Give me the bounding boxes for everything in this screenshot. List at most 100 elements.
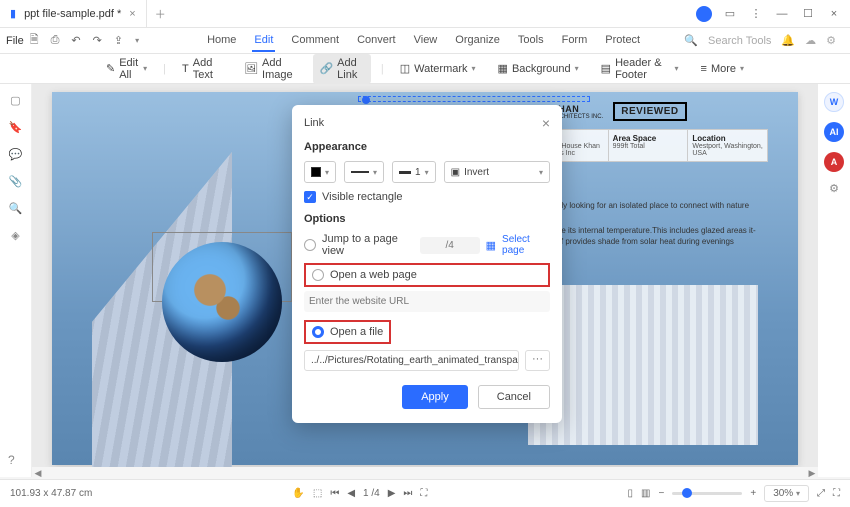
option-open-file[interactable]: Open a file <box>312 326 383 338</box>
more-tool[interactable]: ≡More▾ <box>695 60 751 78</box>
kebab-icon[interactable]: ⋮ <box>748 7 764 20</box>
radio-checked-icon <box>312 326 324 338</box>
text-icon: T <box>182 63 189 75</box>
link-color-picker[interactable]: ▾ <box>304 161 336 183</box>
single-page-icon[interactable]: ▯ <box>628 488 634 499</box>
avatar[interactable] <box>696 6 712 22</box>
horizontal-scrollbar[interactable]: ◀ ▶ <box>32 467 818 479</box>
layers-icon[interactable]: ◈ <box>11 229 19 242</box>
add-image-tool[interactable]: 🖼Add Image <box>238 54 303 84</box>
page-number-input[interactable] <box>420 237 480 254</box>
tab-home[interactable]: Home <box>205 30 238 52</box>
url-input[interactable] <box>304 291 550 312</box>
tab-organize[interactable]: Organize <box>453 30 502 52</box>
options-label: Options <box>304 213 550 225</box>
tab-protect[interactable]: Protect <box>603 30 642 52</box>
scroll-left-icon[interactable]: ◀ <box>32 468 44 479</box>
link-dialog: Link × Appearance ▾ ▾ 1▾ ▣Invert▾ ✓ Visi… <box>292 105 562 423</box>
zoom-out-icon[interactable]: − <box>659 488 665 499</box>
close-tab-icon[interactable]: × <box>129 8 135 20</box>
print-icon[interactable]: ⎙ <box>49 34 62 47</box>
highlight-open-web: Open a web page <box>304 263 550 287</box>
fit-width-icon[interactable]: ⤢ <box>817 488 825 499</box>
scroll-right-icon[interactable]: ▶ <box>806 468 818 479</box>
minimize-icon[interactable]: — <box>774 8 790 20</box>
header-footer-tool[interactable]: ▤Header & Footer▾ <box>595 54 685 84</box>
edit-all-tool[interactable]: ✎Edit All▾ <box>100 54 153 84</box>
help-icon[interactable]: ? <box>8 453 15 467</box>
tab-edit[interactable]: Edit <box>252 30 275 52</box>
read-mode-icon[interactable]: ⛶ <box>420 488 427 499</box>
cancel-button[interactable]: Cancel <box>478 385 550 409</box>
prev-page-icon[interactable]: ◀ <box>347 488 355 499</box>
background-tool[interactable]: ▦Background▾ <box>492 59 585 78</box>
slider-panel-icon[interactable]: ⚙ <box>829 182 839 195</box>
continuous-icon[interactable]: ▥ <box>641 488 650 499</box>
apply-button[interactable]: Apply <box>402 385 468 409</box>
add-link-tool[interactable]: 🔗Add Link <box>313 54 370 84</box>
appearance-label: Appearance <box>304 141 550 153</box>
comment-panel-icon[interactable]: 💬 <box>9 148 23 161</box>
reviewed-stamp: REVIEWED <box>613 102 686 121</box>
menu-chevron-icon[interactable]: ▾ <box>133 36 141 45</box>
search-placeholder[interactable]: Search Tools <box>708 35 771 47</box>
share-icon[interactable]: ⇪ <box>112 34 125 47</box>
search-icon[interactable]: 🔍 <box>684 34 698 47</box>
maximize-icon[interactable]: ☐ <box>800 7 816 20</box>
add-tab-button[interactable]: ＋ <box>147 6 174 22</box>
notification-icon[interactable]: 🔔 <box>781 34 795 47</box>
option-open-web[interactable]: Open a web page <box>312 269 542 281</box>
edit-toolbar: ✎Edit All▾ | TAdd Text 🖼Add Image 🔗Add L… <box>0 54 850 84</box>
thickness-picker[interactable]: 1▾ <box>392 161 436 183</box>
redo-icon[interactable]: ↷ <box>91 34 104 47</box>
slider-thumb[interactable] <box>682 488 692 498</box>
tab-tools[interactable]: Tools <box>516 30 546 52</box>
cloud-icon[interactable]: ☁ <box>805 34 816 47</box>
file-menu[interactable]: File <box>6 35 24 47</box>
close-window-icon[interactable]: × <box>826 8 842 20</box>
visible-rect-checkbox[interactable]: ✓ Visible rectangle <box>304 191 550 203</box>
attachment-icon[interactable]: 📎 <box>9 175 23 188</box>
watermark-tool[interactable]: ◫Watermark▾ <box>394 59 482 78</box>
document-tab[interactable]: ▮ ppt file-sample.pdf * × <box>0 0 147 27</box>
tab-comment[interactable]: Comment <box>289 30 341 52</box>
last-page-icon[interactable]: ⏭ <box>403 488 412 499</box>
add-text-tool[interactable]: TAdd Text <box>176 54 228 84</box>
first-page-icon[interactable]: ⏮ <box>330 488 339 499</box>
ai-badge[interactable]: AI <box>824 122 844 142</box>
invert-icon: ▣ <box>451 167 460 178</box>
find-icon[interactable]: 🔍 <box>9 202 23 215</box>
highlight-style-picker[interactable]: ▣Invert▾ <box>444 161 550 183</box>
undo-icon[interactable]: ↶ <box>69 34 82 47</box>
earth-image <box>162 242 282 362</box>
more-icon: ≡ <box>701 63 707 75</box>
tab-form[interactable]: Form <box>560 30 590 52</box>
header-footer-icon: ▤ <box>601 62 611 75</box>
option-jump-page[interactable]: Jump to a page view ▦ Select page <box>304 233 550 257</box>
zoom-in-icon[interactable]: + <box>750 488 756 499</box>
select-tool-icon[interactable]: ⬚ <box>313 488 322 499</box>
zoom-value[interactable]: 30% ▾ <box>764 485 809 502</box>
dialog-close-icon[interactable]: × <box>542 115 550 131</box>
tab-view[interactable]: View <box>412 30 440 52</box>
next-page-icon[interactable]: ▶ <box>388 488 396 499</box>
link-icon: 🔗 <box>319 62 333 75</box>
app-badge[interactable]: A <box>824 152 844 172</box>
settings-icon[interactable]: ⚙ <box>826 34 836 47</box>
hand-tool-icon[interactable]: ✋ <box>292 488 304 499</box>
browse-file-button[interactable]: ··· <box>525 350 550 371</box>
zoom-slider[interactable] <box>672 492 742 495</box>
line-style-picker[interactable]: ▾ <box>344 161 384 183</box>
thumbnail-icon[interactable]: ▢ <box>10 94 20 107</box>
bookmark-icon[interactable]: 🔖 <box>9 121 23 134</box>
page-display[interactable]: 1 /4 <box>363 488 380 499</box>
word-export-badge[interactable]: W <box>824 92 844 112</box>
tab-convert[interactable]: Convert <box>355 30 398 52</box>
building-illustration-right <box>528 285 758 445</box>
select-page-link[interactable]: Select page <box>502 234 550 256</box>
fullscreen-icon[interactable]: ⛶ <box>833 488 840 499</box>
save-icon[interactable]: 🗎 <box>28 31 41 50</box>
window-settings-icon[interactable]: ▭ <box>722 7 738 20</box>
image-icon: 🖼 <box>244 62 258 75</box>
selection-handle[interactable] <box>362 96 370 104</box>
